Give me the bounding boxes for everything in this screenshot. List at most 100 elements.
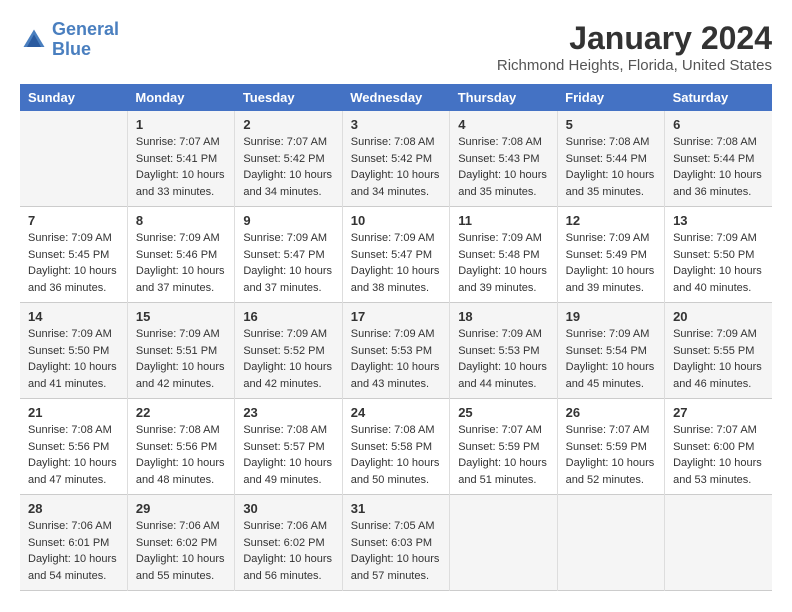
- sunrise-text: Sunrise: 7:07 AM: [136, 136, 220, 148]
- calendar-cell: 9Sunrise: 7:09 AMSunset: 5:47 PMDaylight…: [235, 207, 342, 303]
- cell-content: Sunrise: 7:07 AMSunset: 6:00 PMDaylight:…: [673, 422, 764, 488]
- daylight-text: Daylight: 10 hours and 51 minutes.: [458, 457, 547, 486]
- daylight-text: Daylight: 10 hours and 34 minutes.: [351, 169, 440, 198]
- daylight-text: Daylight: 10 hours and 38 minutes.: [351, 265, 440, 294]
- sunrise-text: Sunrise: 7:09 AM: [28, 328, 112, 340]
- day-number: 28: [28, 501, 119, 516]
- daylight-text: Daylight: 10 hours and 41 minutes.: [28, 361, 117, 390]
- sunrise-text: Sunrise: 7:09 AM: [136, 232, 220, 244]
- day-number: 14: [28, 309, 119, 324]
- day-number: 4: [458, 117, 548, 132]
- cell-content: Sunrise: 7:07 AMSunset: 5:42 PMDaylight:…: [243, 134, 333, 200]
- cell-content: Sunrise: 7:09 AMSunset: 5:47 PMDaylight:…: [243, 230, 333, 296]
- sunrise-text: Sunrise: 7:09 AM: [351, 232, 435, 244]
- header-cell: Saturday: [665, 84, 772, 111]
- logo-text: General Blue: [52, 20, 119, 60]
- sunrise-text: Sunrise: 7:08 AM: [458, 136, 542, 148]
- sunrise-text: Sunrise: 7:08 AM: [28, 424, 112, 436]
- day-number: 2: [243, 117, 333, 132]
- page-header: General Blue January 2024 Richmond Heigh…: [20, 20, 772, 74]
- cell-content: Sunrise: 7:09 AMSunset: 5:50 PMDaylight:…: [673, 230, 764, 296]
- daylight-text: Daylight: 10 hours and 36 minutes.: [673, 169, 762, 198]
- day-number: 8: [136, 213, 226, 228]
- cell-content: Sunrise: 7:07 AMSunset: 5:59 PMDaylight:…: [458, 422, 548, 488]
- cell-content: Sunrise: 7:08 AMSunset: 5:57 PMDaylight:…: [243, 422, 333, 488]
- cell-content: Sunrise: 7:06 AMSunset: 6:02 PMDaylight:…: [136, 518, 226, 584]
- header-cell: Monday: [127, 84, 234, 111]
- day-number: 19: [566, 309, 656, 324]
- daylight-text: Daylight: 10 hours and 47 minutes.: [28, 457, 117, 486]
- day-number: 17: [351, 309, 441, 324]
- day-number: 21: [28, 405, 119, 420]
- cell-content: Sunrise: 7:08 AMSunset: 5:42 PMDaylight:…: [351, 134, 441, 200]
- day-number: 13: [673, 213, 764, 228]
- calendar-cell: 3Sunrise: 7:08 AMSunset: 5:42 PMDaylight…: [342, 111, 449, 207]
- calendar-row: 14 Sunrise: 7:09 AM Sunset: 5:50 PM Dayligh…: [20, 303, 772, 399]
- sunrise-text: Sunrise: 7:09 AM: [243, 328, 327, 340]
- sunset-text: Sunset: 5:51 PM: [136, 345, 217, 357]
- calendar-cell: [665, 495, 772, 591]
- sunrise-text: Sunrise: 7:08 AM: [566, 136, 650, 148]
- sunset-text: Sunset: 5:58 PM: [351, 441, 432, 453]
- cell-content: Sunrise: 7:07 AM Sunset: 5:41 PM Daylight:…: [136, 134, 226, 200]
- sunset-text: Sunset: 5:55 PM: [673, 345, 754, 357]
- cell-content: Sunrise: 7:08 AMSunset: 5:56 PMDaylight:…: [136, 422, 226, 488]
- sunrise-text: Sunrise: 7:09 AM: [566, 328, 650, 340]
- daylight-text: Daylight: 10 hours and 55 minutes.: [136, 553, 225, 582]
- sunset-text: Sunset: 5:54 PM: [566, 345, 647, 357]
- calendar-cell: 24Sunrise: 7:08 AMSunset: 5:58 PMDayligh…: [342, 399, 449, 495]
- calendar-cell: 31Sunrise: 7:05 AMSunset: 6:03 PMDayligh…: [342, 495, 449, 591]
- sunset-text: Sunset: 5:41 PM: [136, 153, 217, 165]
- daylight-text: Daylight: 10 hours and 44 minutes.: [458, 361, 547, 390]
- sunrise-text: Sunrise: 7:09 AM: [458, 232, 542, 244]
- cell-content: Sunrise: 7:08 AMSunset: 5:44 PMDaylight:…: [673, 134, 764, 200]
- sunrise-text: Sunrise: 7:08 AM: [243, 424, 327, 436]
- calendar-cell: 8 Sunrise: 7:09 AMSunset: 5:46 PMDaylight…: [127, 207, 234, 303]
- day-number: 18: [458, 309, 548, 324]
- daylight-text: Daylight: 10 hours and 56 minutes.: [243, 553, 332, 582]
- main-title: January 2024: [497, 20, 772, 57]
- calendar-row: 21 Sunrise: 7:08 AM Sunset: 5:56 PM Dayligh…: [20, 399, 772, 495]
- daylight-text: Daylight: 10 hours and 35 minutes.: [458, 169, 547, 198]
- calendar-row: 1Sunrise: 7:07 AMSunset: 5:41 PMDaylight…: [20, 111, 772, 207]
- sunset-text: Sunset: 5:53 PM: [351, 345, 432, 357]
- calendar-cell: [450, 495, 557, 591]
- sunrise-text: Sunrise: 7:08 AM: [351, 424, 435, 436]
- daylight-text: Daylight: 10 hours and 35 minutes.: [566, 169, 655, 198]
- day-number: 11: [458, 213, 548, 228]
- daylight-text: Daylight: 10 hours and 33 minutes.: [136, 169, 225, 198]
- cell-content: Sunrise: 7:06 AMSunset: 6:01 PMDaylight:…: [28, 518, 119, 584]
- cell-content: Sunrise: 7:09 AMSunset: 5:55 PMDaylight:…: [673, 326, 764, 392]
- sunrise-text: Sunrise: 7:08 AM: [673, 136, 757, 148]
- sunset-text: Sunset: 5:42 PM: [351, 153, 432, 165]
- calendar-row: 7Sunrise: 7:09 AMSunset: 5:45 PMDaylight…: [20, 207, 772, 303]
- day-number: 27: [673, 405, 764, 420]
- daylight-text: Daylight: 10 hours and 37 minutes.: [243, 265, 332, 294]
- daylight-text: Daylight: 10 hours and 45 minutes.: [566, 361, 655, 390]
- sunset-text: Sunset: 5:47 PM: [351, 249, 432, 261]
- sunrise-text: Sunrise: 7:08 AM: [136, 424, 220, 436]
- title-block: January 2024 Richmond Heights, Florida, …: [497, 20, 772, 74]
- header-cell: Tuesday: [235, 84, 342, 111]
- sunset-text: Sunset: 6:02 PM: [243, 537, 324, 549]
- calendar-cell: 6Sunrise: 7:08 AMSunset: 5:44 PMDaylight…: [665, 111, 772, 207]
- calendar-cell: 14 Sunrise: 7:09 AM Sunset: 5:50 PM Dayligh…: [20, 303, 127, 399]
- sunrise-text: Sunrise: 7:07 AM: [243, 136, 327, 148]
- sunset-text: Sunset: 5:45 PM: [28, 249, 109, 261]
- day-number: 24: [351, 405, 441, 420]
- cell-content: Sunrise: 7:09 AMSunset: 5:46 PMDaylight:…: [136, 230, 226, 296]
- sunrise-text: Sunrise: 7:06 AM: [28, 520, 112, 532]
- sunset-text: Sunset: 5:50 PM: [28, 345, 109, 357]
- calendar-cell: 7Sunrise: 7:09 AMSunset: 5:45 PMDaylight…: [20, 207, 127, 303]
- daylight-text: Daylight: 10 hours and 49 minutes.: [243, 457, 332, 486]
- cell-content: Sunrise: 7:07 AMSunset: 5:59 PMDaylight:…: [566, 422, 656, 488]
- logo-icon: [20, 26, 48, 54]
- daylight-text: Daylight: 10 hours and 42 minutes.: [243, 361, 332, 390]
- logo-line1: General: [52, 19, 119, 39]
- calendar-cell: 30Sunrise: 7:06 AMSunset: 6:02 PMDayligh…: [235, 495, 342, 591]
- sunset-text: Sunset: 5:44 PM: [566, 153, 647, 165]
- daylight-text: Daylight: 10 hours and 53 minutes.: [673, 457, 762, 486]
- daylight-text: Daylight: 10 hours and 54 minutes.: [28, 553, 117, 582]
- calendar-cell: 29Sunrise: 7:06 AMSunset: 6:02 PMDayligh…: [127, 495, 234, 591]
- sunset-text: Sunset: 5:56 PM: [136, 441, 217, 453]
